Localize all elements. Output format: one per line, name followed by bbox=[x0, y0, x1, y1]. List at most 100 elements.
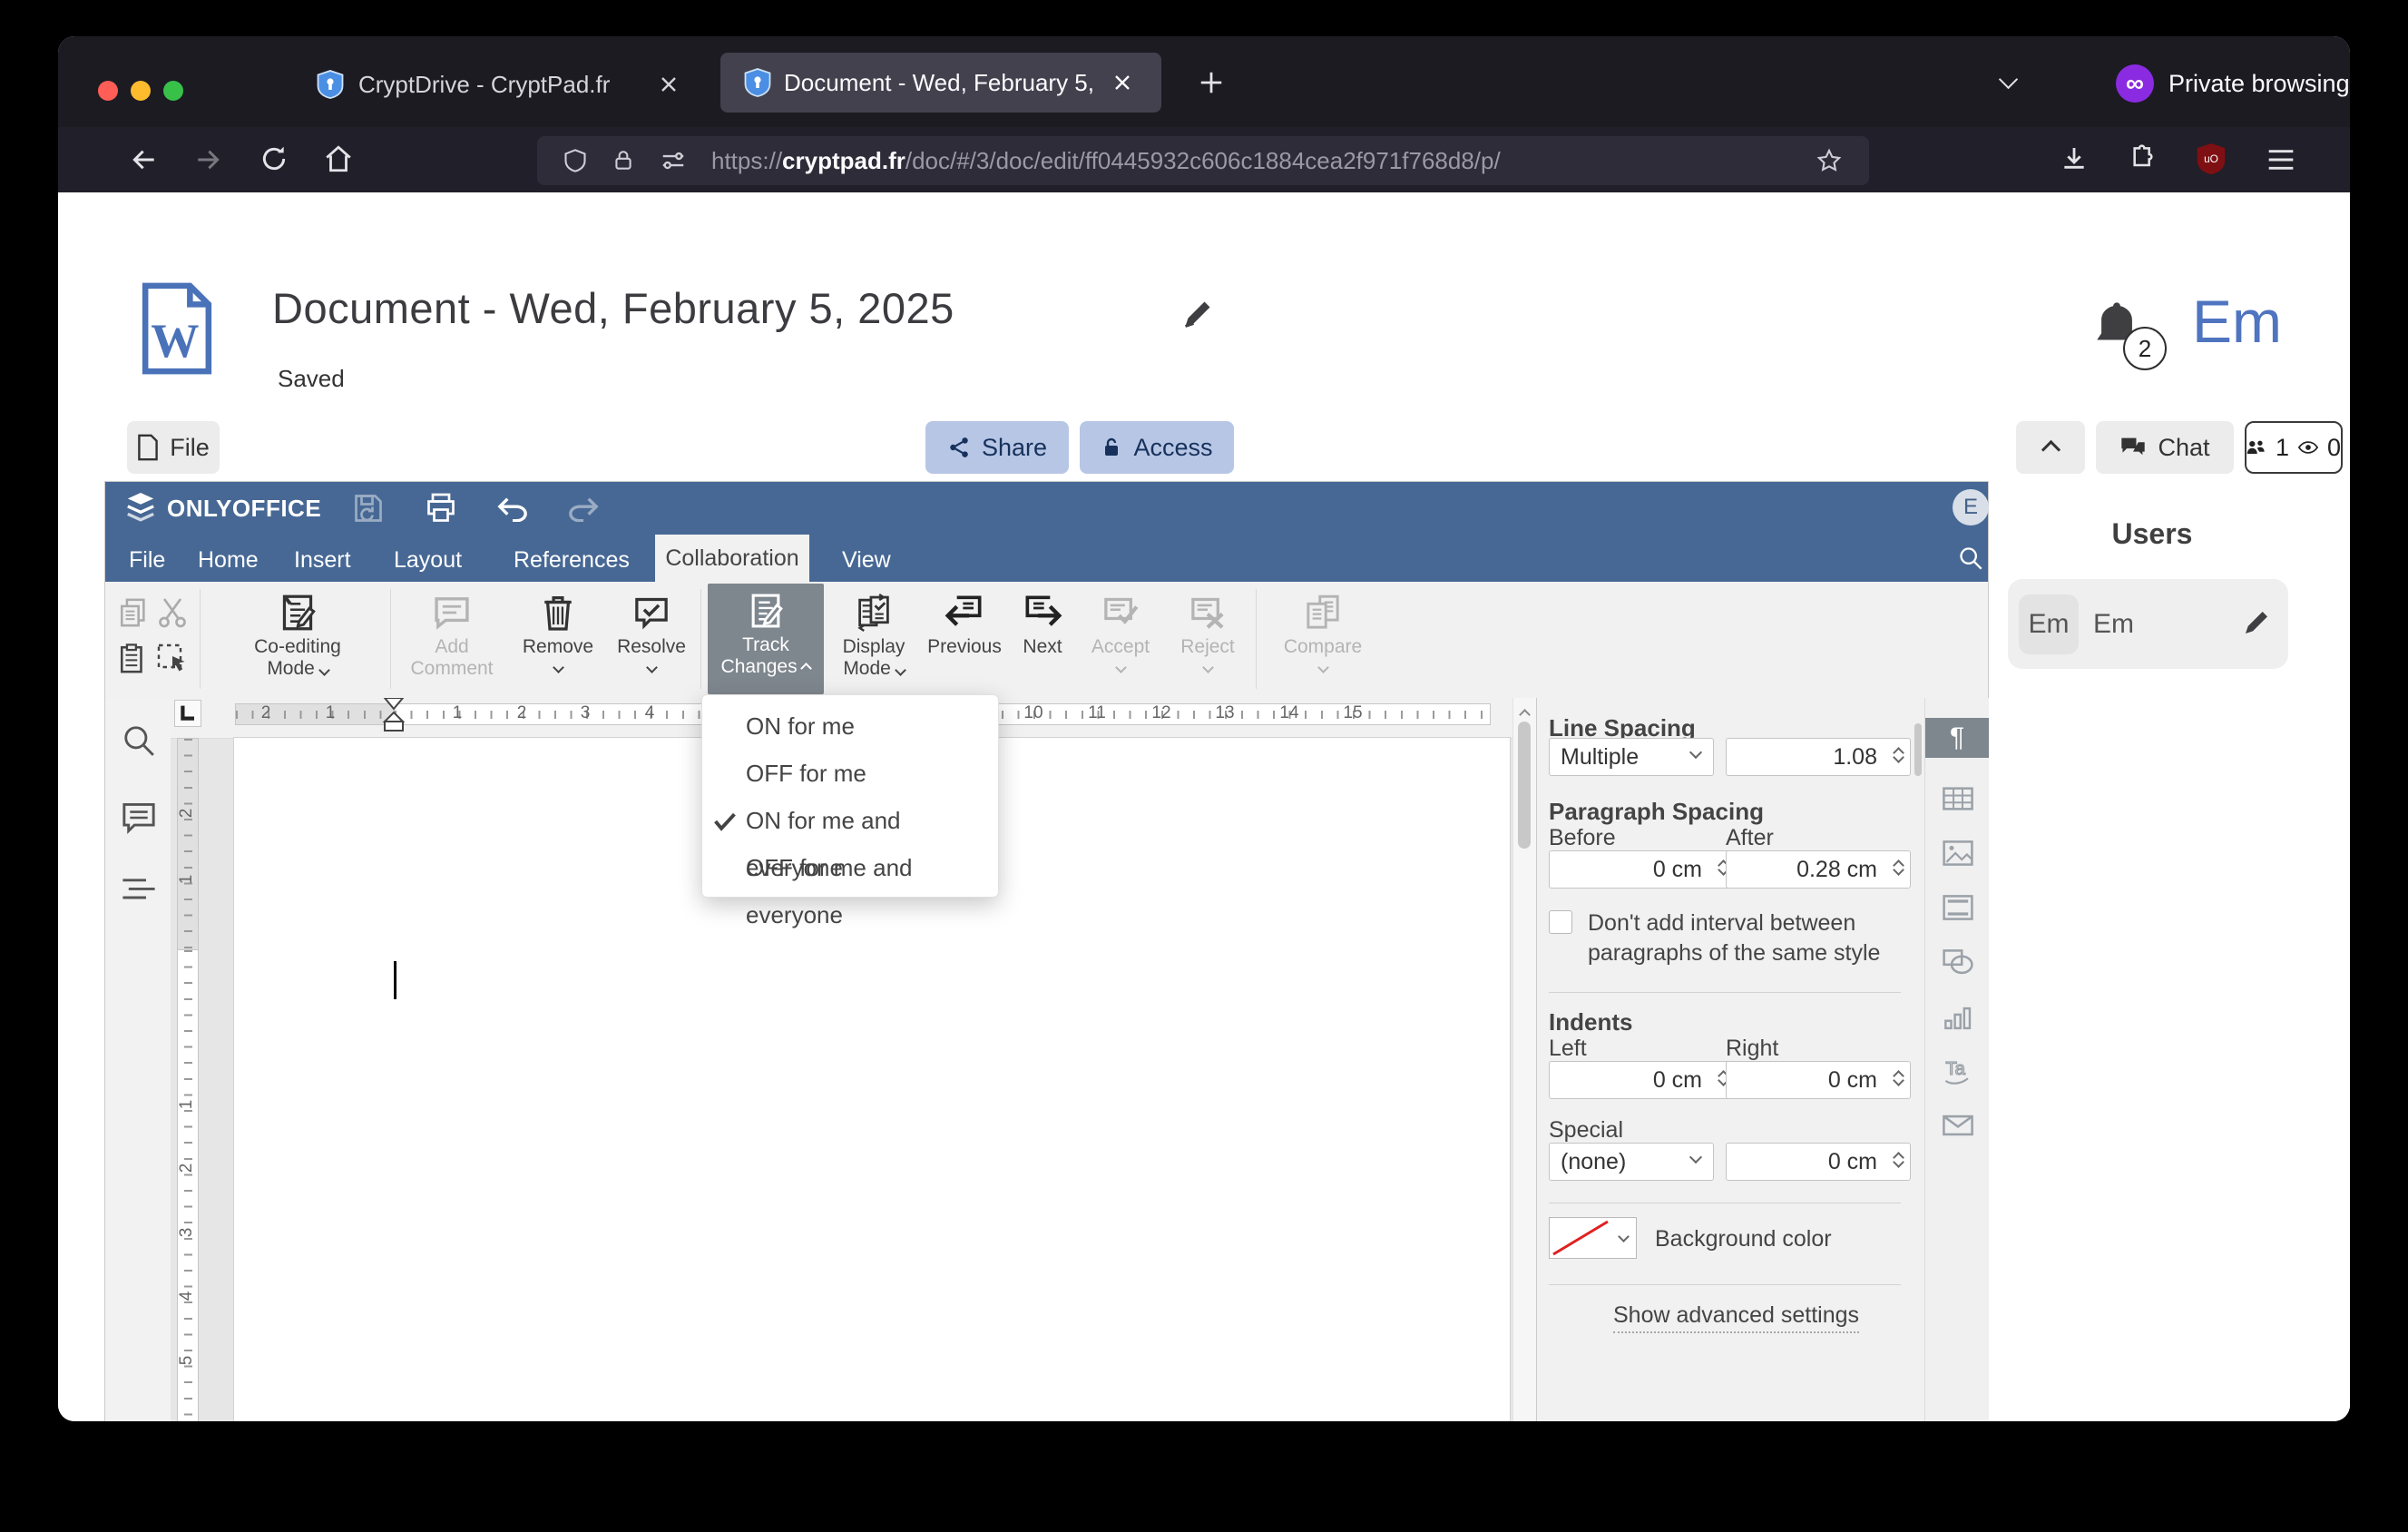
resolve-button[interactable]: Resolve bbox=[608, 585, 695, 673]
tracking-protection-shield-icon[interactable] bbox=[563, 147, 588, 174]
reject-button[interactable]: Reject bbox=[1167, 585, 1248, 673]
maximize-window-button[interactable] bbox=[163, 81, 183, 101]
ublock-origin-icon[interactable]: uO bbox=[2196, 142, 2227, 176]
minimize-window-button[interactable] bbox=[131, 81, 151, 101]
account-name[interactable]: Em bbox=[2192, 287, 2282, 356]
add-comment-button[interactable]: Add Comment bbox=[397, 585, 506, 680]
coediting-mode-button[interactable]: Co-editing Mode bbox=[216, 585, 379, 680]
tab-stop-selector[interactable] bbox=[174, 700, 201, 727]
special-by-spinner[interactable]: 0 cm bbox=[1726, 1143, 1911, 1181]
next-change-button[interactable]: Next bbox=[1011, 585, 1074, 658]
comments-icon[interactable] bbox=[120, 800, 158, 836]
ruler-vertical-margin[interactable] bbox=[177, 738, 199, 951]
line-spacing-select[interactable]: Multiple bbox=[1549, 738, 1714, 776]
forward-button[interactable] bbox=[192, 145, 223, 174]
menu-item-on-for-me[interactable]: ON for me bbox=[702, 702, 998, 750]
previous-change-button[interactable]: Previous bbox=[922, 585, 1007, 658]
header-footer-settings-icon[interactable] bbox=[1925, 887, 1991, 928]
menu-item-on-for-everyone[interactable]: ON for me and everyone bbox=[702, 797, 998, 881]
reload-button[interactable] bbox=[259, 143, 289, 174]
share-button[interactable]: Share bbox=[925, 421, 1069, 474]
spacing-before-spinner[interactable]: 0 cm bbox=[1549, 850, 1736, 889]
chat-button[interactable]: Chat bbox=[2096, 421, 2234, 474]
select-all-icon[interactable] bbox=[156, 642, 189, 676]
spinner-arrows[interactable] bbox=[1893, 858, 1904, 876]
print-icon[interactable] bbox=[425, 491, 457, 525]
notifications-bell[interactable]: 2 bbox=[2090, 298, 2190, 385]
spinner-arrows[interactable] bbox=[1893, 1150, 1904, 1168]
textart-settings-icon[interactable]: Ta bbox=[1925, 1050, 1991, 1092]
file-menu-button[interactable]: File bbox=[127, 421, 220, 474]
display-mode-button[interactable]: Display Mode bbox=[829, 585, 918, 680]
find-icon[interactable] bbox=[122, 723, 156, 758]
tab-close-icon[interactable] bbox=[1112, 73, 1132, 93]
tab-insert[interactable]: Insert bbox=[294, 547, 351, 574]
indent-left-spinner[interactable]: 0 cm bbox=[1549, 1061, 1736, 1099]
paste-icon[interactable] bbox=[118, 642, 149, 676]
interval-checkbox-label[interactable]: Don't add interval between paragraphs of… bbox=[1588, 908, 1900, 968]
tab-home[interactable]: Home bbox=[198, 547, 259, 574]
indent-right-spinner[interactable]: 0 cm bbox=[1726, 1061, 1911, 1099]
presence-badge[interactable]: 1 0 bbox=[2245, 421, 2343, 474]
close-window-button[interactable] bbox=[98, 81, 118, 101]
bookmark-star-icon[interactable] bbox=[1816, 148, 1842, 173]
editor-search-icon[interactable] bbox=[1958, 545, 1983, 571]
home-button[interactable] bbox=[323, 143, 354, 174]
extensions-icon[interactable] bbox=[2129, 142, 2158, 174]
tab-list-chevron-icon[interactable] bbox=[1998, 69, 2019, 90]
tab-cryptdrive[interactable]: CryptDrive - CryptPad.fr bbox=[317, 62, 707, 107]
collapse-toolbar-button[interactable] bbox=[2016, 421, 2085, 474]
copy-icon[interactable] bbox=[118, 596, 149, 629]
track-changes-button[interactable]: Track Changes bbox=[708, 584, 824, 694]
lock-icon[interactable] bbox=[612, 147, 635, 174]
tab-view[interactable]: View bbox=[842, 547, 891, 574]
save-icon[interactable] bbox=[352, 491, 385, 525]
interval-checkbox[interactable] bbox=[1549, 910, 1572, 934]
edit-user-pencil-icon[interactable] bbox=[2242, 608, 2271, 637]
line-spacing-spinner[interactable]: 1.08 bbox=[1726, 738, 1911, 776]
image-settings-icon[interactable] bbox=[1925, 832, 1991, 874]
access-button[interactable]: Access bbox=[1080, 421, 1234, 474]
mail-merge-settings-icon[interactable] bbox=[1925, 1105, 1991, 1146]
panel-scrollbar-thumb[interactable] bbox=[1914, 723, 1922, 776]
undo-icon[interactable] bbox=[497, 496, 528, 522]
menu-item-off-for-me[interactable]: OFF for me bbox=[702, 750, 998, 797]
indent-marker[interactable] bbox=[382, 698, 406, 734]
navigation-icon[interactable] bbox=[120, 876, 158, 905]
vertical-scrollbar-thumb[interactable] bbox=[1518, 722, 1531, 849]
downloads-button[interactable] bbox=[2060, 143, 2089, 174]
vertical-scrollbar[interactable] bbox=[1512, 698, 1537, 1421]
spacing-after-spinner[interactable]: 0.28 cm bbox=[1726, 850, 1911, 889]
back-button[interactable] bbox=[129, 145, 160, 174]
tab-collaboration-active[interactable]: Collaboration bbox=[655, 535, 809, 582]
show-advanced-settings-link[interactable]: Show advanced settings bbox=[1613, 1302, 1860, 1333]
url-bar[interactable]: https://cryptpad.fr/doc/#/3/doc/edit/ff0… bbox=[537, 136, 1869, 185]
permissions-icon[interactable] bbox=[659, 147, 688, 174]
menu-hamburger-icon[interactable] bbox=[2266, 147, 2295, 172]
table-settings-icon[interactable] bbox=[1925, 778, 1991, 820]
user-card[interactable]: Em Em bbox=[2008, 579, 2288, 669]
edit-title-pencil-icon[interactable] bbox=[1181, 298, 1214, 330]
accept-button[interactable]: Accept bbox=[1078, 585, 1163, 673]
tab-close-icon[interactable] bbox=[659, 74, 679, 94]
user-avatar[interactable]: E bbox=[1953, 489, 1989, 525]
tab-layout[interactable]: Layout bbox=[394, 547, 462, 574]
scroll-up-icon[interactable] bbox=[1519, 709, 1531, 721]
shape-settings-icon[interactable] bbox=[1925, 941, 1991, 983]
spinner-arrows[interactable] bbox=[1893, 745, 1904, 763]
paragraph-settings-icon[interactable]: ¶ bbox=[1925, 718, 1989, 758]
background-color-dropdown[interactable] bbox=[1610, 1217, 1637, 1259]
special-select[interactable]: (none) bbox=[1549, 1143, 1714, 1181]
redo-icon[interactable] bbox=[568, 496, 599, 522]
background-color-swatch[interactable] bbox=[1549, 1217, 1612, 1259]
cut-icon[interactable] bbox=[156, 596, 189, 629]
new-tab-button[interactable] bbox=[1198, 69, 1225, 96]
chart-settings-icon[interactable] bbox=[1925, 997, 1991, 1039]
tab-references[interactable]: References bbox=[514, 547, 630, 574]
document-title[interactable]: Document - Wed, February 5, 2025 bbox=[272, 283, 954, 333]
tab-document-active[interactable]: Document - Wed, February 5, 20 bbox=[720, 53, 1161, 113]
spinner-arrows[interactable] bbox=[1893, 1068, 1904, 1086]
menu-item-off-for-everyone[interactable]: OFF for me and everyone bbox=[702, 844, 998, 928]
compare-button[interactable]: Compare bbox=[1276, 585, 1370, 673]
remove-button[interactable]: Remove bbox=[512, 585, 604, 673]
